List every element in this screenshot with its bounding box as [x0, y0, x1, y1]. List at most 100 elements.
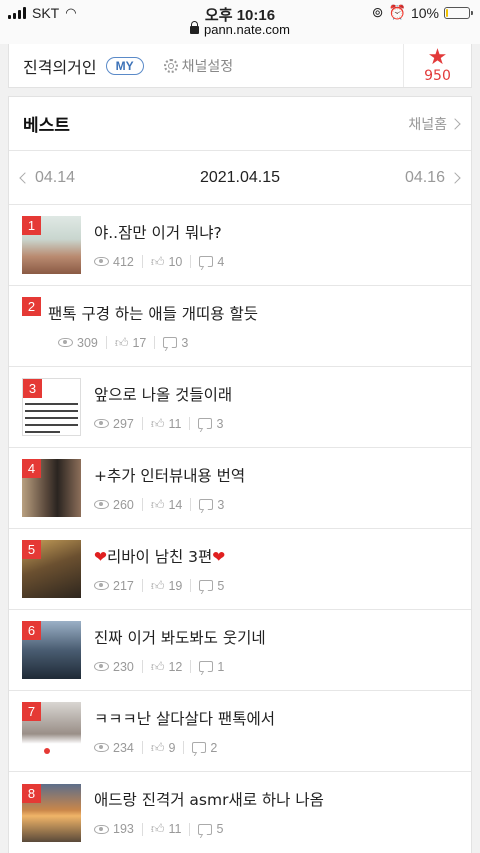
- post-meta: 234 👍︎ 9 2: [94, 740, 275, 756]
- list-item[interactable]: 5 ❤리바이 남친 3편❤ 217 👍︎ 19 5: [9, 529, 471, 610]
- post-title[interactable]: 진짜 이거 봐도봐도 웃기네: [94, 626, 266, 648]
- post-thumbnail: 1: [22, 216, 81, 274]
- like-count: 10: [168, 254, 183, 269]
- heart-icon: ❤: [94, 547, 107, 566]
- post-title[interactable]: 야..잠만 이거 뭐냐?: [94, 221, 232, 243]
- post-content: +추가 인터뷰내용 번역 260 👍︎ 14 3: [94, 464, 245, 513]
- url-text: pann.nate.com: [203, 22, 290, 37]
- like-count: 11: [168, 416, 182, 431]
- prev-date-button[interactable]: 04.14: [19, 168, 76, 187]
- rank-badge: 3: [23, 379, 42, 398]
- alarm-icon: ⏰: [388, 4, 406, 20]
- post-title[interactable]: +추가 인터뷰내용 번역: [94, 464, 245, 486]
- my-badge[interactable]: MY: [105, 56, 144, 75]
- post-meta: 309 👍︎ 17 3: [58, 335, 258, 351]
- list-item[interactable]: 7 ㅋㅋㅋ난 살다살다 팬톡에서 234 👍︎ 9 2: [9, 691, 471, 772]
- thumbs-up-icon: 👍︎: [150, 415, 165, 431]
- battery-icon: [444, 6, 473, 19]
- comment-icon: [199, 661, 214, 672]
- post-thumbnail: 7: [22, 702, 81, 760]
- comment-count: 5: [216, 822, 224, 836]
- prev-date-label: 04.14: [35, 168, 76, 186]
- view-count: 412: [113, 254, 134, 269]
- comment-count: 3: [216, 416, 224, 431]
- list-item[interactable]: 3 앞으로 나올 것들이래 297 👍︎ 11 3: [9, 367, 471, 448]
- post-thumbnail: 5: [22, 540, 81, 598]
- view-count: 193: [113, 822, 134, 836]
- like-count: 12: [168, 659, 183, 674]
- post-meta: 217 👍︎ 19 5: [94, 578, 232, 594]
- star-button[interactable]: ★ 950: [403, 44, 471, 87]
- comment-count: 3: [181, 335, 189, 350]
- eye-icon: [94, 824, 109, 834]
- channel-home-label: 채널홈: [408, 116, 447, 133]
- best-section: 베스트 채널홈 04.14 2021.04.15 04.16 1 야..잠만 이…: [8, 96, 472, 853]
- battery-label: 10%: [410, 4, 439, 21]
- post-title: 리바이 남친 3편: [107, 547, 213, 566]
- rotation-lock-icon: ⊚: [371, 4, 384, 20]
- like-count: 9: [168, 740, 176, 755]
- post-content: 진짜 이거 봐도봐도 웃기네 230 👍︎ 12 1: [94, 626, 266, 675]
- post-title-row[interactable]: ❤리바이 남친 3편❤: [94, 545, 232, 567]
- channel-home-link[interactable]: 채널홈: [408, 114, 461, 134]
- channel-settings-label: 채널설정: [181, 58, 234, 75]
- list-item[interactable]: 8 애드랑 진격거 asmr새로 하나 나옴 193 👍︎ 11 5: [9, 772, 471, 853]
- status-right: ⊚ ⏰ 10%: [371, 4, 473, 21]
- post-meta: 193 👍︎ 11 5: [94, 821, 324, 837]
- thumbs-up-icon: 👍︎: [150, 253, 165, 269]
- eye-icon: [94, 419, 109, 428]
- channel-settings-button[interactable]: 채널설정: [163, 56, 234, 76]
- post-thumbnail: 6: [22, 621, 81, 679]
- view-count: 230: [113, 659, 134, 674]
- current-date: 2021.04.15: [199, 168, 281, 186]
- eye-icon: [94, 743, 109, 752]
- list-item[interactable]: 6 진짜 이거 봐도봐도 웃기네 230 👍︎ 12 1: [9, 610, 471, 691]
- like-count: 14: [168, 497, 183, 512]
- star-count: 950: [424, 67, 451, 84]
- like-count: 19: [168, 578, 183, 593]
- eye-icon: [94, 662, 109, 671]
- eye-icon: [94, 257, 109, 266]
- like-count: 17: [132, 335, 147, 350]
- post-content: ㅋㅋㅋ난 살다살다 팬톡에서 234 👍︎ 9 2: [94, 707, 275, 756]
- rank-badge: 4: [22, 459, 41, 478]
- thumbs-up-icon: 👍︎: [150, 739, 165, 755]
- next-date-button[interactable]: 04.16: [404, 168, 461, 187]
- view-count: 217: [113, 578, 134, 593]
- channel-name[interactable]: 진격의거인: [23, 54, 97, 78]
- rank-badge: 8: [22, 783, 41, 803]
- thumbs-up-icon: 👍︎: [150, 577, 165, 593]
- comment-count: 2: [210, 740, 218, 755]
- post-content: 앞으로 나올 것들이래 297 👍︎ 11 3: [94, 383, 232, 432]
- post-thumbnail: 4: [22, 459, 81, 517]
- comment-icon: [199, 499, 214, 510]
- rank-badge: 6: [22, 621, 41, 640]
- view-count: 234: [113, 740, 134, 755]
- lock-icon: [189, 21, 199, 34]
- thumbs-up-icon: 👍︎: [150, 496, 165, 512]
- gear-icon: [163, 58, 178, 73]
- post-meta: 260 👍︎ 14 3: [94, 497, 245, 513]
- comment-count: 4: [217, 254, 225, 269]
- comment-icon: [198, 418, 213, 429]
- post-title[interactable]: ㅋㅋㅋ난 살다살다 팬톡에서: [94, 707, 275, 729]
- post-title[interactable]: 애드랑 진격거 asmr새로 하나 나옴: [94, 788, 324, 810]
- date-navigator: 04.14 2021.04.15 04.16: [9, 151, 471, 205]
- thumbs-up-icon: 👍︎: [150, 658, 165, 674]
- comment-icon: [198, 823, 213, 835]
- status-bar: SKT ◠ 오후 10:16 ⊚ ⏰ 10% pann.nate.com: [0, 0, 480, 44]
- thumbs-up-icon: 👍︎: [150, 821, 165, 836]
- post-title[interactable]: 팬톡 구경 하는 애들 개띠용 할듯: [48, 302, 258, 324]
- rank-badge: 1: [22, 216, 41, 235]
- url-bar[interactable]: pann.nate.com: [0, 21, 480, 37]
- list-item[interactable]: 1 야..잠만 이거 뭐냐? 412 👍︎ 10 4: [9, 205, 471, 286]
- list-item[interactable]: 4 +추가 인터뷰내용 번역 260 👍︎ 14 3: [9, 448, 471, 529]
- post-title[interactable]: 앞으로 나올 것들이래: [94, 383, 232, 405]
- chevron-right-icon: [449, 117, 461, 130]
- list-item[interactable]: 2 팬톡 구경 하는 애들 개띠용 할듯 309 👍︎ 17 3: [9, 286, 471, 367]
- star-icon: ★: [427, 44, 448, 70]
- chevron-left-icon: [19, 171, 31, 184]
- next-date-label: 04.16: [404, 168, 445, 186]
- channel-header: 진격의거인 MY 채널설정 ★ 950: [8, 44, 472, 88]
- post-thumbnail: 3: [22, 378, 81, 436]
